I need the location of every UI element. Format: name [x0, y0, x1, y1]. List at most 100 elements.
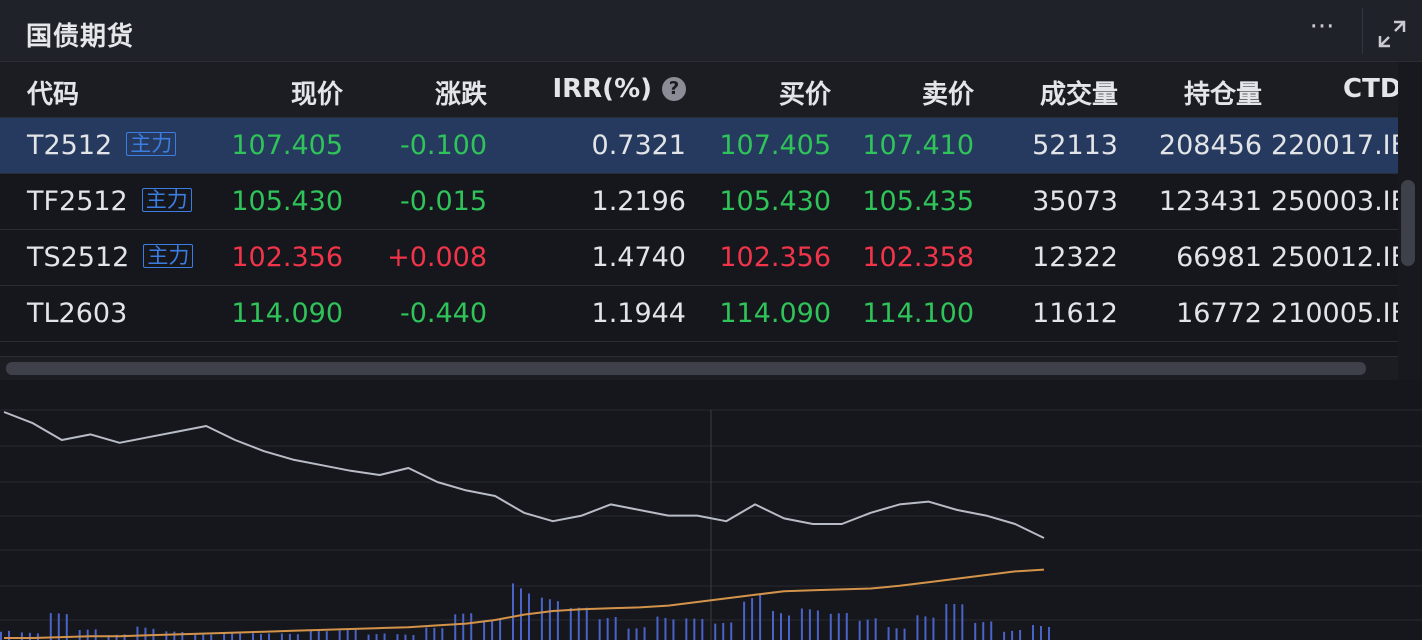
volume-bar: [483, 621, 486, 640]
volume-bar: [606, 618, 609, 640]
volume-bar: [181, 631, 184, 640]
volume-bar: [730, 622, 733, 640]
volume-bar: [953, 604, 956, 640]
header-oi[interactable]: 持仓量: [1184, 74, 1262, 111]
volume-bar: [49, 613, 52, 640]
intraday-chart[interactable]: [0, 380, 1422, 640]
price-cell: 107.405: [231, 130, 343, 161]
volume-bar: [858, 620, 861, 640]
volume-bar: [808, 609, 811, 640]
help-icon[interactable]: ?: [662, 77, 686, 101]
volume-bar: [404, 634, 407, 640]
table-header: 代码 现价 涨跌 IRR(%)? 买价 卖价 成交量 持仓量 CTD: [0, 62, 1398, 118]
volume-bar: [887, 627, 890, 640]
volume-bar: [772, 610, 774, 640]
volume-bar: [924, 616, 927, 640]
volume-bar: [317, 631, 320, 640]
volume-bar: [874, 618, 877, 640]
ctd-cell: 210005.IB: [1271, 298, 1398, 329]
expand-icon: [1378, 20, 1406, 48]
oi-cell: 66981: [1176, 242, 1262, 273]
volume-bar: [788, 615, 790, 640]
price-cell: 114.090: [231, 298, 343, 329]
irr-cell: 1.2196: [591, 186, 686, 217]
volume-bar: [664, 617, 667, 640]
vertical-scroll-thumb[interactable]: [1401, 180, 1415, 266]
volume-bar: [895, 628, 898, 640]
table-row[interactable]: TL2603 114.090 -0.440 1.1944 114.090 114…: [0, 286, 1398, 342]
oi-cell: 16772: [1176, 298, 1262, 329]
row-code-cell: TL2603: [27, 298, 127, 329]
futures-panel: 国债期货 ··· 代码 现价 涨跌 IRR(%)? 买价 卖价 成交量 持仓量 …: [0, 0, 1422, 640]
price-line: [3, 411, 1045, 539]
contract-code: TF2512: [27, 186, 128, 217]
volume-bar: [685, 618, 688, 640]
volume-bar: [454, 614, 457, 640]
volume-bar: [528, 593, 530, 640]
intraday-chart-svg: [0, 409, 1422, 640]
volume-bar: [627, 628, 630, 640]
volume-bar: [751, 598, 754, 640]
contract-code: T2512: [27, 130, 113, 161]
volume-bar: [396, 634, 399, 640]
volume-bar: [94, 629, 97, 640]
more-options-button[interactable]: ···: [1306, 14, 1338, 40]
volume-bar: [759, 594, 762, 640]
volume-bar: [412, 634, 415, 640]
volume-bar: [433, 627, 436, 640]
volume-bar: [714, 623, 717, 640]
header-price[interactable]: 现价: [291, 74, 343, 111]
volume-bar: [202, 634, 205, 640]
volume-bar: [354, 629, 357, 640]
volume-bar: [296, 634, 299, 640]
contract-code: TL2603: [27, 298, 128, 329]
change-cell: +0.008: [387, 242, 487, 273]
ask-cell: 105.435: [862, 186, 974, 217]
volume-bar: [961, 604, 964, 640]
change-cell: -0.440: [399, 298, 487, 329]
volume-bar: [743, 601, 746, 640]
bid-cell: 102.356: [719, 242, 831, 273]
volume-bar: [425, 627, 428, 640]
volume-bar: [585, 607, 588, 640]
header-change[interactable]: 涨跌: [435, 74, 487, 111]
volume-bar: [990, 621, 993, 640]
horizontal-scroll-thumb[interactable]: [6, 362, 1366, 375]
table-row[interactable]: TS2512 主力 102.356 +0.008 1.4740 102.356 1…: [0, 230, 1398, 286]
irr-cell: 1.4740: [591, 242, 686, 273]
header-irr-label: IRR(%): [552, 74, 652, 104]
table-row[interactable]: T2512 主力 107.405 -0.100 0.7321 107.405 10…: [0, 118, 1398, 174]
header-bid[interactable]: 买价: [779, 74, 831, 111]
volume-bar: [136, 626, 139, 640]
ctd-cell: 220017.IB: [1271, 130, 1398, 161]
header-irr[interactable]: IRR(%)?: [552, 74, 686, 104]
volume-bar: [309, 631, 312, 640]
volume-bar: [1040, 625, 1042, 640]
header-divider: [1362, 8, 1363, 54]
volume-bar: [945, 604, 948, 640]
header-ask[interactable]: 卖价: [922, 74, 974, 111]
volume-bar: [816, 610, 819, 640]
change-cell: -0.100: [399, 130, 487, 161]
volume-bar: [470, 613, 473, 640]
price-cell: 105.430: [231, 186, 343, 217]
expand-button[interactable]: [1376, 18, 1408, 50]
volume-bar: [346, 630, 349, 640]
bid-cell: 107.405: [719, 130, 831, 161]
contract-code: TS2512: [27, 242, 130, 273]
volume-bar: [932, 617, 935, 640]
volume-bar: [144, 627, 147, 640]
volume-bar: [1011, 630, 1014, 640]
row-code-cell: TS2512 主力: [27, 242, 194, 273]
bid-cell: 114.090: [719, 298, 831, 329]
volume-bar: [1048, 627, 1050, 640]
header-code[interactable]: 代码: [27, 74, 79, 111]
volume-bar: [837, 613, 840, 640]
volume-bar: [86, 629, 89, 640]
table-row[interactable]: TF2512 主力 105.430 -0.015 1.2196 105.430 1…: [0, 174, 1398, 230]
volume-bar: [800, 608, 803, 640]
header-ctd[interactable]: CTD: [1343, 74, 1398, 104]
main-contract-tag: 主力: [126, 132, 177, 156]
header-volume[interactable]: 成交量: [1040, 74, 1118, 111]
row-code-cell: T2512 主力: [27, 130, 177, 161]
